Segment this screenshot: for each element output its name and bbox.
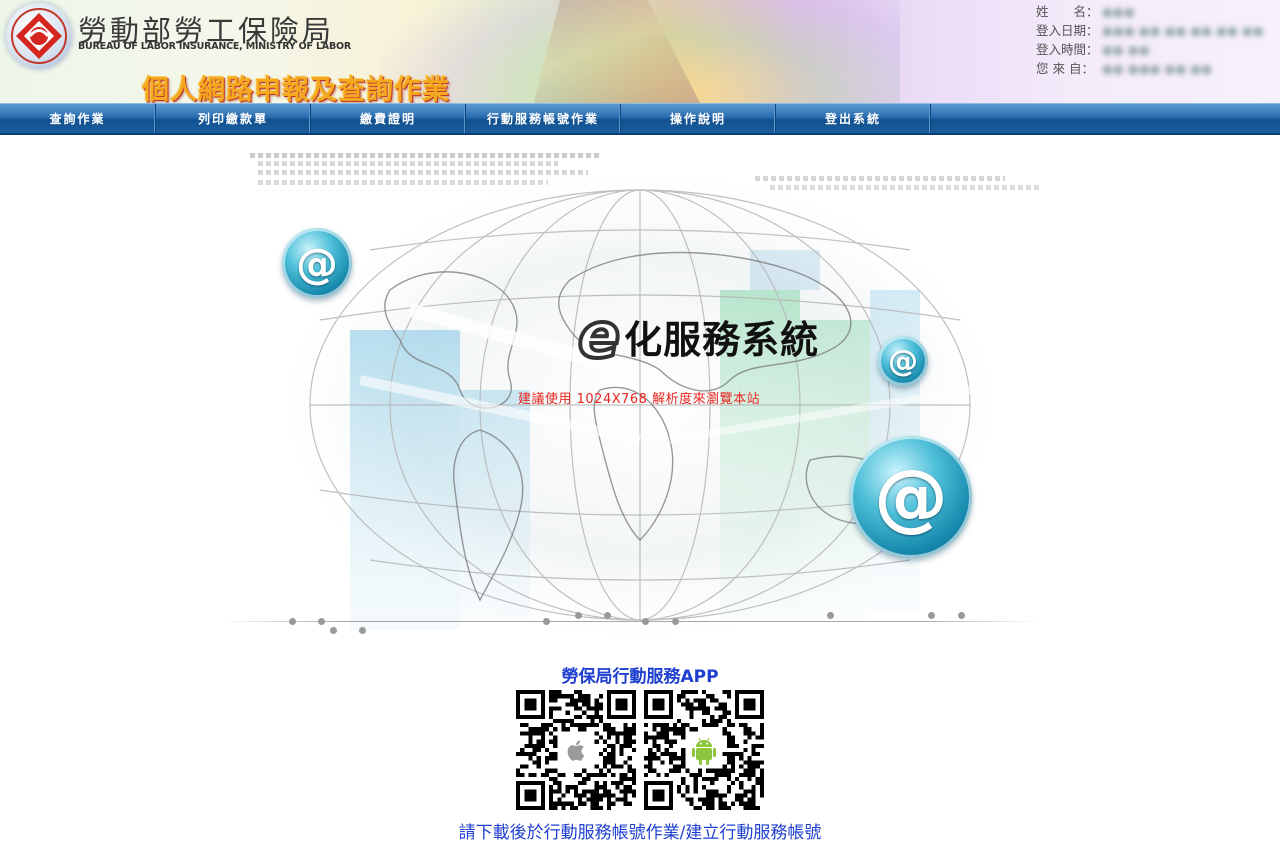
user-info-row-name: 姓 名： ●●●	[1036, 2, 1264, 21]
at-symbol-icon: @	[850, 436, 972, 558]
resolution-note: 建議使用 1024X768 解析度來瀏覽本站	[518, 392, 761, 407]
page-header: 勞動部勞工保險局 BUREAU OF LABOR INSURANCE, MINI…	[0, 0, 1280, 103]
login-time-value: ●● ●●	[1102, 42, 1150, 57]
at-symbol-icon: @	[878, 336, 928, 386]
bli-emblem-icon	[6, 3, 72, 69]
download-instruction: 請下載後於行動服務帳號作業/建立行動服務帳號	[458, 823, 822, 843]
org-name-en: BUREAU OF LABOR INSURANCE, MINISTRY OF L…	[78, 41, 351, 52]
login-date-value: ●●● ●● ●● ●● ●● ●●	[1102, 23, 1264, 38]
mobile-app-heading: 勞保局行動服務APP	[561, 667, 719, 687]
nav-item-mobile-account[interactable]: 行動服務帳號作業	[466, 104, 621, 133]
decor-dot	[359, 627, 366, 634]
decor-dot	[958, 612, 965, 619]
android-icon	[686, 732, 722, 768]
nav-item-print-payment-slip[interactable]: 列印繳款單	[156, 104, 311, 133]
decor-dot	[604, 612, 611, 619]
eservice-title: e 化服務系統	[576, 299, 820, 372]
user-info-row-login-date: 登入日期： ●●● ●● ●● ●● ●● ●●	[1036, 21, 1264, 40]
at-symbol-icon: @	[282, 228, 352, 298]
nav-item-query[interactable]: 查詢作業	[0, 104, 156, 133]
ios-app-qr-code[interactable]	[516, 690, 636, 810]
hero-banner: @ @ @ e 化服務系統 建議使用 1024X768 解析度來瀏覽本站	[210, 140, 1050, 645]
decor-divider-line	[220, 621, 1040, 622]
decor-dot	[330, 627, 337, 634]
nav-item-payment-certificate[interactable]: 繳費證明	[311, 104, 466, 133]
app-title: 個人網路申報及查詢作業	[142, 75, 450, 103]
nav-item-logout[interactable]: 登出系統	[776, 104, 931, 133]
nav-item-instructions[interactable]: 操作說明	[621, 104, 776, 133]
main-nav: 查詢作業 列印繳款單 繳費證明 行動服務帳號作業 操作說明 登出系統	[0, 103, 1280, 135]
decor-dot	[642, 618, 649, 625]
e-logo-mark: e	[576, 299, 622, 372]
user-info-row-login-time: 登入時間： ●● ●●	[1036, 40, 1264, 59]
decor-dot	[575, 612, 582, 619]
decor-dot	[827, 612, 834, 619]
eservice-title-text: 化服務系統	[624, 317, 820, 362]
apple-icon	[558, 732, 594, 768]
origin-label: 您 來 自：	[1036, 61, 1094, 76]
decor-dot	[928, 612, 935, 619]
user-info-row-origin: 您 來 自： ●● ●●● ●●.●●	[1036, 59, 1264, 78]
decor-dot	[543, 618, 550, 625]
decor-dot	[672, 618, 679, 625]
user-info-panel: 姓 名： ●●● 登入日期： ●●● ●● ●● ●● ●● ●● 登入時間： …	[1036, 2, 1264, 78]
decor-dot	[318, 618, 325, 625]
login-time-label: 登入時間：	[1036, 42, 1099, 57]
login-date-label: 登入日期：	[1036, 23, 1099, 38]
user-name-label: 姓 名：	[1036, 4, 1099, 19]
android-app-qr-code[interactable]	[644, 690, 764, 810]
user-name-value: ●●●	[1102, 4, 1135, 19]
decor-dot	[289, 618, 296, 625]
origin-value: ●● ●●● ●●.●●	[1102, 61, 1213, 76]
